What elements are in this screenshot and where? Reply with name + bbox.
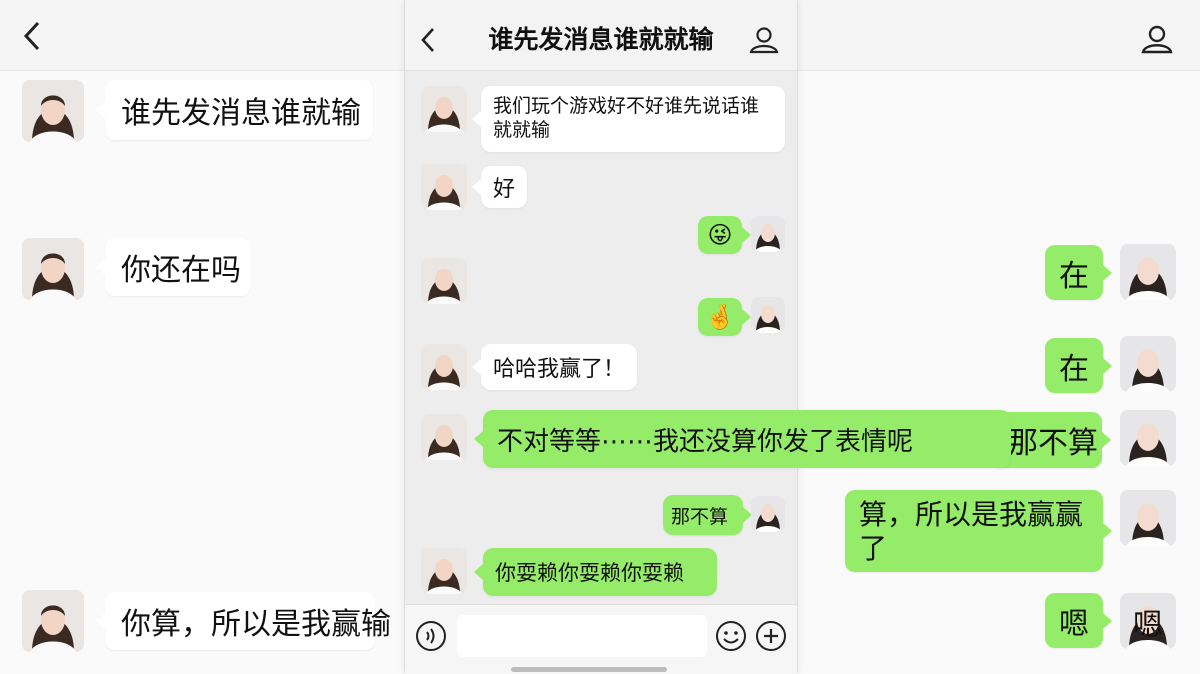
message-text: 那不算: [1008, 426, 1098, 461]
contact-profile-icon[interactable]: [1140, 24, 1174, 54]
message-bubble[interactable]: 你算，所以是我赢输: [96, 592, 391, 650]
message-text: 在: [1059, 351, 1089, 387]
message-bubble[interactable]: 在: [1045, 338, 1112, 393]
phone-chat-window: 谁先发消息谁就就输 我们玩个游戏好不好谁先说话谁就就输 好 😜 🤞 哈哈我赢了！: [404, 0, 1011, 674]
message-bubble[interactable]: 😜: [698, 216, 751, 254]
plus-icon[interactable]: [755, 620, 787, 656]
message-text: 哈哈我赢了！: [493, 357, 626, 382]
message-bubble[interactable]: 嗯: [1045, 593, 1112, 648]
avatar[interactable]: [421, 548, 467, 594]
avatar[interactable]: [421, 414, 467, 460]
message-bubble[interactable]: 谁先发消息谁就输: [96, 80, 373, 140]
message-text: 你耍赖你耍赖你耍赖: [495, 561, 684, 585]
message-bubble[interactable]: 我们玩个游戏好不好谁先说话谁就就输: [472, 86, 785, 152]
voice-icon[interactable]: [415, 620, 447, 656]
message-bubble[interactable]: 在: [1045, 245, 1112, 300]
message-text: 嗯: [1059, 606, 1089, 642]
message-text: 谁先发消息谁就输: [121, 96, 361, 131]
message-bubble[interactable]: 那不算: [663, 495, 752, 535]
home-indicator: [511, 667, 667, 672]
avatar[interactable]: [1120, 244, 1176, 300]
message-text: 好: [492, 177, 515, 202]
avatar[interactable]: [22, 590, 84, 652]
message-bubble[interactable]: 你还在吗: [96, 238, 251, 296]
avatar[interactable]: [1120, 490, 1176, 546]
message-input-bar: [405, 604, 797, 674]
message-bubble[interactable]: 🤞: [698, 298, 751, 336]
avatar[interactable]: [421, 86, 467, 132]
message-text: 你还在吗: [121, 253, 241, 288]
avatar[interactable]: [1120, 336, 1176, 392]
message-text: 你算，所以是我赢输: [121, 607, 391, 642]
avatar[interactable]: [421, 258, 467, 304]
avatar[interactable]: [751, 216, 785, 252]
message-text: 算，所以是我赢赢了: [859, 498, 1084, 565]
avatar[interactable]: [1120, 410, 1176, 466]
message-bubble[interactable]: 你耍赖你耍赖你耍赖: [474, 548, 717, 596]
contact-profile-icon[interactable]: [749, 26, 779, 58]
avatar[interactable]: [22, 80, 84, 142]
message-text: 在: [1059, 258, 1089, 294]
message-bubble[interactable]: 不对等等⋯⋯我还没算你发了表情呢: [474, 410, 1011, 468]
emoji-icon[interactable]: [715, 620, 747, 656]
emoji-message: 😜: [707, 221, 733, 249]
emoji-message: 🤞: [705, 303, 735, 331]
message-text: 那不算: [671, 505, 729, 528]
overlay-text: 嗯: [1133, 608, 1163, 643]
message-text: 我们玩个游戏好不好谁先说话谁就就输: [493, 95, 760, 141]
message-text: 不对等等⋯⋯我还没算你发了表情呢: [497, 426, 914, 457]
message-bubble[interactable]: 好: [472, 166, 527, 208]
back-chevron-icon[interactable]: [22, 20, 42, 58]
avatar[interactable]: [421, 164, 467, 210]
message-bubble[interactable]: 算，所以是我赢赢了: [845, 490, 1112, 572]
chat-title: 谁先发消息谁就就输: [488, 25, 714, 54]
message-bubble[interactable]: 哈哈我赢了！: [472, 344, 637, 390]
avatar[interactable]: [22, 238, 84, 300]
avatar[interactable]: [751, 297, 785, 333]
avatar[interactable]: [421, 344, 467, 390]
message-input[interactable]: [457, 615, 707, 657]
avatar[interactable]: [751, 496, 785, 532]
